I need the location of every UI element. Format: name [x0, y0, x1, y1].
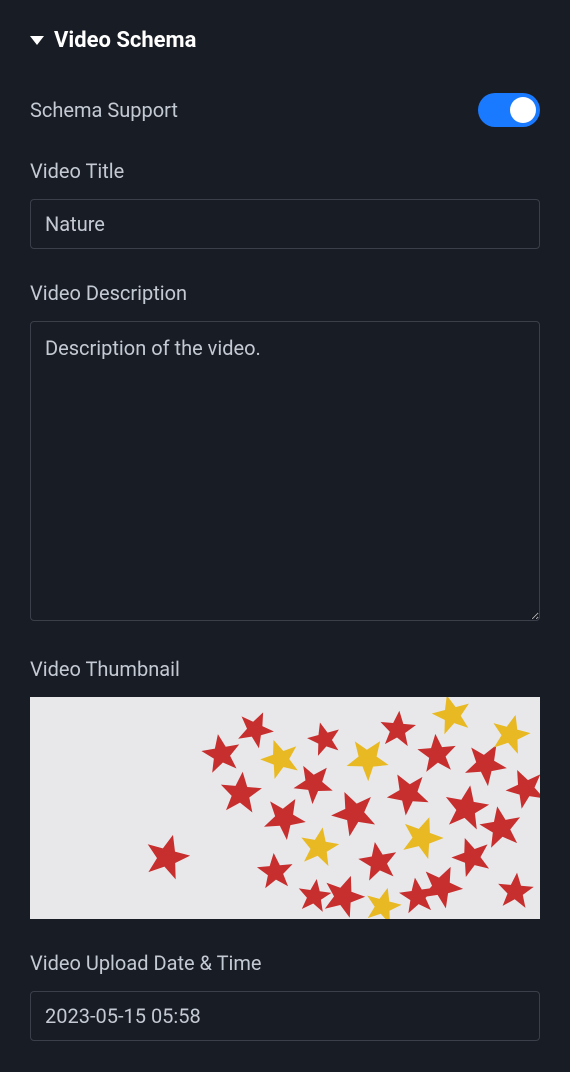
video-title-group: Video Title: [30, 159, 540, 249]
video-description-input[interactable]: [30, 321, 540, 621]
upload-date-input[interactable]: [30, 991, 540, 1041]
toggle-knob: [510, 97, 536, 123]
video-title-input[interactable]: [30, 199, 540, 249]
upload-date-group: Video Upload Date & Time: [30, 951, 540, 1041]
video-thumbnail-image[interactable]: [30, 697, 540, 919]
video-thumbnail-label: Video Thumbnail: [30, 657, 540, 681]
stars-decoration: [30, 697, 540, 919]
schema-support-row: Schema Support: [30, 93, 540, 127]
schema-support-label: Schema Support: [30, 98, 178, 122]
video-title-label: Video Title: [30, 159, 540, 183]
video-description-group: Video Description: [30, 281, 540, 625]
video-thumbnail-group: Video Thumbnail: [30, 657, 540, 919]
video-description-label: Video Description: [30, 281, 540, 305]
section-title: Video Schema: [54, 28, 196, 53]
chevron-down-icon: [30, 36, 44, 45]
schema-support-toggle[interactable]: [478, 93, 540, 127]
section-header[interactable]: Video Schema: [30, 28, 540, 53]
upload-date-label: Video Upload Date & Time: [30, 951, 540, 975]
